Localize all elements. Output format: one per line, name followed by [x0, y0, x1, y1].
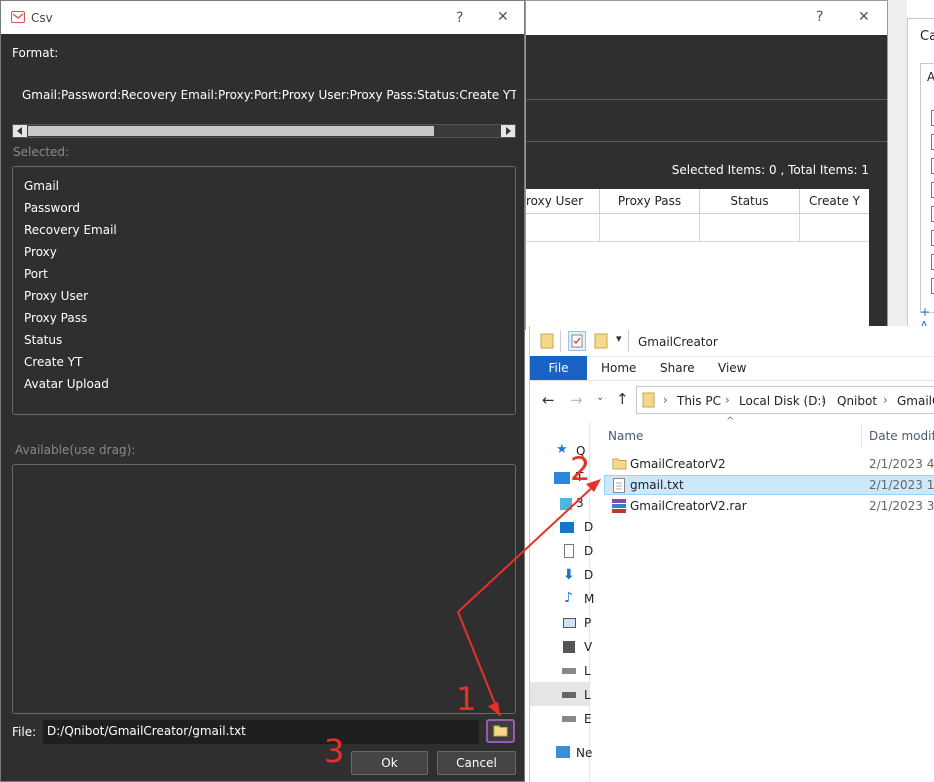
step-2-label: 2 [570, 450, 591, 488]
step-3-label: 3 [324, 732, 345, 770]
arrow-path [456, 482, 598, 717]
annotation-overlay [456, 479, 601, 717]
step-1-label: 1 [456, 680, 477, 718]
arrow-head-icon [488, 702, 500, 716]
